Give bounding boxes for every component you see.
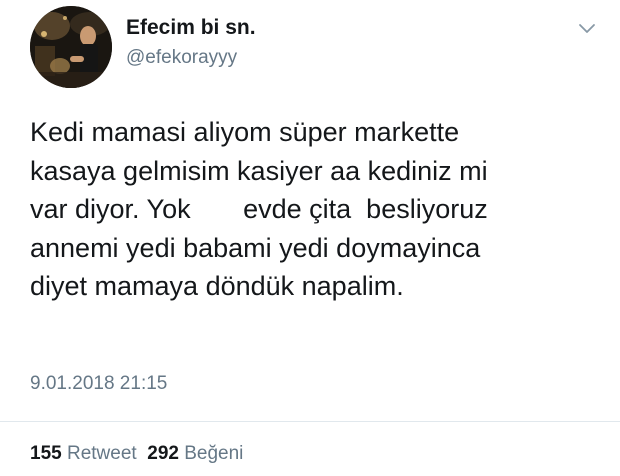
retweets-count: 155: [30, 443, 62, 464]
user-handle[interactable]: @efekorayyy: [126, 47, 237, 69]
tweet-text-line: Kedi mamasi aliyom süper markette: [30, 117, 460, 147]
likes-label: Beğeni: [184, 443, 244, 464]
avatar-photo: [30, 6, 112, 88]
tweet-text-line: kasaya gelmisim kasiyer aa kediniz mi: [30, 155, 488, 186]
likes-count: 292: [147, 443, 179, 464]
tweet-card: Efecim bi sn. @efekorayyy Kedi mamasi al…: [0, 0, 620, 476]
chevron-down-icon[interactable]: [578, 22, 596, 34]
likes-stat[interactable]: 292 Beğeni: [147, 443, 243, 464]
avatar[interactable]: [30, 6, 112, 88]
retweets-label: Retweet: [66, 443, 137, 464]
display-name[interactable]: Efecim bi sn.: [126, 16, 256, 40]
engagement-stats: 155 Retweet 292 Beğeni: [30, 443, 243, 465]
tweet-text-line: var diyor. Yok evde çita besliyoruz: [30, 194, 488, 224]
tweet-text: Kedi mamasi aliyom süper markette kasaya …: [30, 113, 600, 306]
tweet-text-line: annemi yedi babami yedi doymayinca: [30, 232, 481, 263]
divider: [0, 421, 620, 422]
tweet-timestamp[interactable]: 9.01.2018 21:15: [30, 373, 167, 395]
retweets-stat[interactable]: 155 Retweet: [30, 443, 137, 464]
tweet-text-line: diyet mamaya döndük napalim.: [30, 271, 404, 301]
